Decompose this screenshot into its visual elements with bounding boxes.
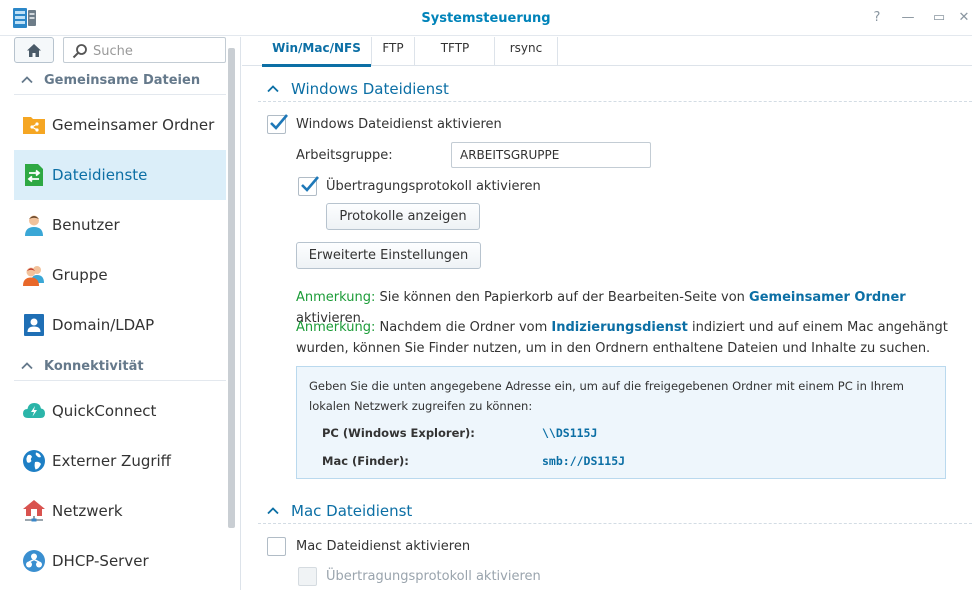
chevron-up-icon — [21, 362, 33, 370]
domain-icon — [24, 314, 44, 336]
file-services-icon — [25, 164, 43, 186]
note-text: Nachdem die Ordner vom — [375, 320, 552, 335]
home-icon — [27, 43, 41, 57]
sidebar-item-label: Dateidienste — [52, 166, 148, 184]
mac-transfer-log-label: Übertragungsprotokoll aktivieren — [326, 569, 541, 584]
sidebar-item-label: Domain/LDAP — [52, 316, 155, 334]
search-input[interactable] — [93, 43, 218, 59]
window-title: Systemsteuerung — [421, 11, 551, 26]
workgroup-input[interactable] — [451, 142, 651, 168]
quickconnect-icon — [23, 403, 45, 418]
chevron-up-icon — [267, 85, 279, 93]
sidebar-item-label: Benutzer — [52, 216, 120, 234]
help-icon: ? — [873, 10, 881, 25]
search-box[interactable] — [63, 37, 226, 63]
mac-address-label: Mac (Finder): — [322, 454, 409, 468]
chevron-up-icon — [267, 507, 279, 515]
address-info-box: Geben Sie die unten angegebene Adresse e… — [296, 366, 946, 479]
mac-service-enable-checkbox[interactable] — [267, 537, 286, 556]
minimize-button[interactable]: — — [899, 9, 917, 27]
sidebar-item-user[interactable]: Benutzer — [14, 200, 226, 250]
sidebar-item-domain[interactable]: Domain/LDAP — [14, 300, 226, 350]
tab-label: Win/Mac/NFS — [272, 41, 361, 55]
tab-label: rsync — [509, 41, 543, 55]
user-icon — [25, 215, 43, 236]
help-button[interactable]: ? — [868, 9, 886, 27]
section-header-mac-file-service[interactable]: Mac Dateidienst — [258, 497, 972, 524]
indexing-service-link[interactable]: Indizierungsdienst — [551, 320, 687, 335]
maximize-icon: ▭ — [932, 10, 946, 25]
pc-address-value: \\DS115J — [542, 426, 598, 440]
tab-label: TFTP — [440, 41, 470, 55]
transfer-log-label: Übertragungsprotokoll aktivieren — [326, 179, 541, 194]
tab-rsync[interactable]: rsync — [495, 37, 558, 65]
shared-folder-link[interactable]: Gemeinsamer Ordner — [749, 290, 906, 305]
section-label: Konnektivität — [44, 359, 144, 374]
mac-address-value: smb://DS115J — [542, 454, 626, 468]
transfer-log-checkbox[interactable] — [298, 176, 319, 196]
sidebar-item-label: DHCP-Server — [52, 552, 149, 570]
tab-win-mac-nfs[interactable]: Win/Mac/NFS — [262, 37, 372, 67]
section-connectivity[interactable]: Konnektivität — [14, 353, 226, 381]
group-icon — [23, 266, 44, 286]
indexing-note: Anmerkung: Nachdem die Ordner vom Indizi… — [296, 317, 972, 359]
windows-service-enable-checkbox[interactable] — [267, 114, 288, 134]
section-label: Gemeinsame Dateien — [44, 73, 201, 88]
sidebar-item-group[interactable]: Gruppe — [14, 250, 226, 300]
network-icon — [23, 500, 45, 522]
search-icon — [72, 44, 87, 59]
home-button[interactable] — [14, 37, 54, 63]
sidebar-item-network[interactable]: Netzwerk — [14, 486, 226, 536]
note-prefix: Anmerkung: — [296, 320, 376, 335]
checkmark-icon — [301, 176, 319, 192]
maximize-button[interactable]: ▭ — [930, 9, 948, 27]
section-title: Windows Dateidienst — [291, 80, 449, 98]
sidebar-item-shared-folder[interactable]: Gemeinsamer Ordner — [14, 100, 226, 150]
sidebar-item-file-services[interactable]: Dateidienste — [14, 150, 226, 200]
section-title: Mac Dateidienst — [291, 502, 413, 520]
show-logs-button[interactable]: Protokolle anzeigen — [326, 203, 480, 230]
sidebar-item-dhcp-server[interactable]: DHCP-Server — [14, 536, 226, 586]
note-text: Sie können den Papierkorb auf der Bearbe… — [375, 290, 750, 305]
mac-transfer-log-checkbox[interactable] — [298, 567, 317, 586]
tab-tftp[interactable]: TFTP — [416, 37, 495, 65]
minimize-icon: — — [901, 10, 915, 25]
sidebar-item-label: QuickConnect — [52, 402, 157, 420]
checkmark-icon — [270, 114, 288, 130]
sidebar: Gemeinsame Dateien Gemeinsamer Ordner Da… — [0, 37, 241, 590]
advanced-settings-button[interactable]: Erweiterte Einstellungen — [296, 242, 481, 269]
sidebar-scrollbar[interactable] — [228, 48, 235, 528]
title-bar: Systemsteuerung ? — ▭ ✕ — [0, 0, 972, 36]
close-button[interactable]: ✕ — [955, 9, 972, 27]
sidebar-item-label: Gruppe — [52, 266, 108, 284]
sidebar-item-quickconnect[interactable]: QuickConnect — [14, 386, 226, 436]
section-shared-files[interactable]: Gemeinsame Dateien — [14, 67, 226, 95]
note-prefix: Anmerkung: — [296, 290, 376, 305]
sidebar-item-label: Externer Zugriff — [52, 452, 172, 470]
tab-bar: Win/Mac/NFS FTP TFTP rsync — [242, 37, 972, 67]
main-panel: Win/Mac/NFS FTP TFTP rsync Windows Datei… — [242, 37, 972, 590]
dhcp-icon — [23, 550, 45, 572]
tab-ftp[interactable]: FTP — [372, 37, 415, 65]
windows-service-enable-label: Windows Dateidienst aktivieren — [296, 117, 502, 132]
shared-folder-icon — [23, 117, 45, 134]
pc-address-label: PC (Windows Explorer): — [322, 426, 475, 440]
info-text: Geben Sie die unten angegebene Adresse e… — [309, 379, 904, 413]
sidebar-item-external-access[interactable]: Externer Zugriff — [14, 436, 226, 486]
section-header-windows-file-service[interactable]: Windows Dateidienst — [258, 75, 972, 102]
mac-service-enable-label: Mac Dateidienst aktivieren — [296, 539, 471, 554]
globe-icon — [23, 450, 45, 472]
sidebar-item-label: Netzwerk — [52, 502, 123, 520]
chevron-up-icon — [21, 76, 33, 84]
sidebar-item-label: Gemeinsamer Ordner — [52, 116, 215, 134]
tab-label: FTP — [382, 41, 404, 55]
workgroup-label: Arbeitsgruppe: — [296, 148, 393, 163]
close-icon: ✕ — [958, 10, 970, 25]
